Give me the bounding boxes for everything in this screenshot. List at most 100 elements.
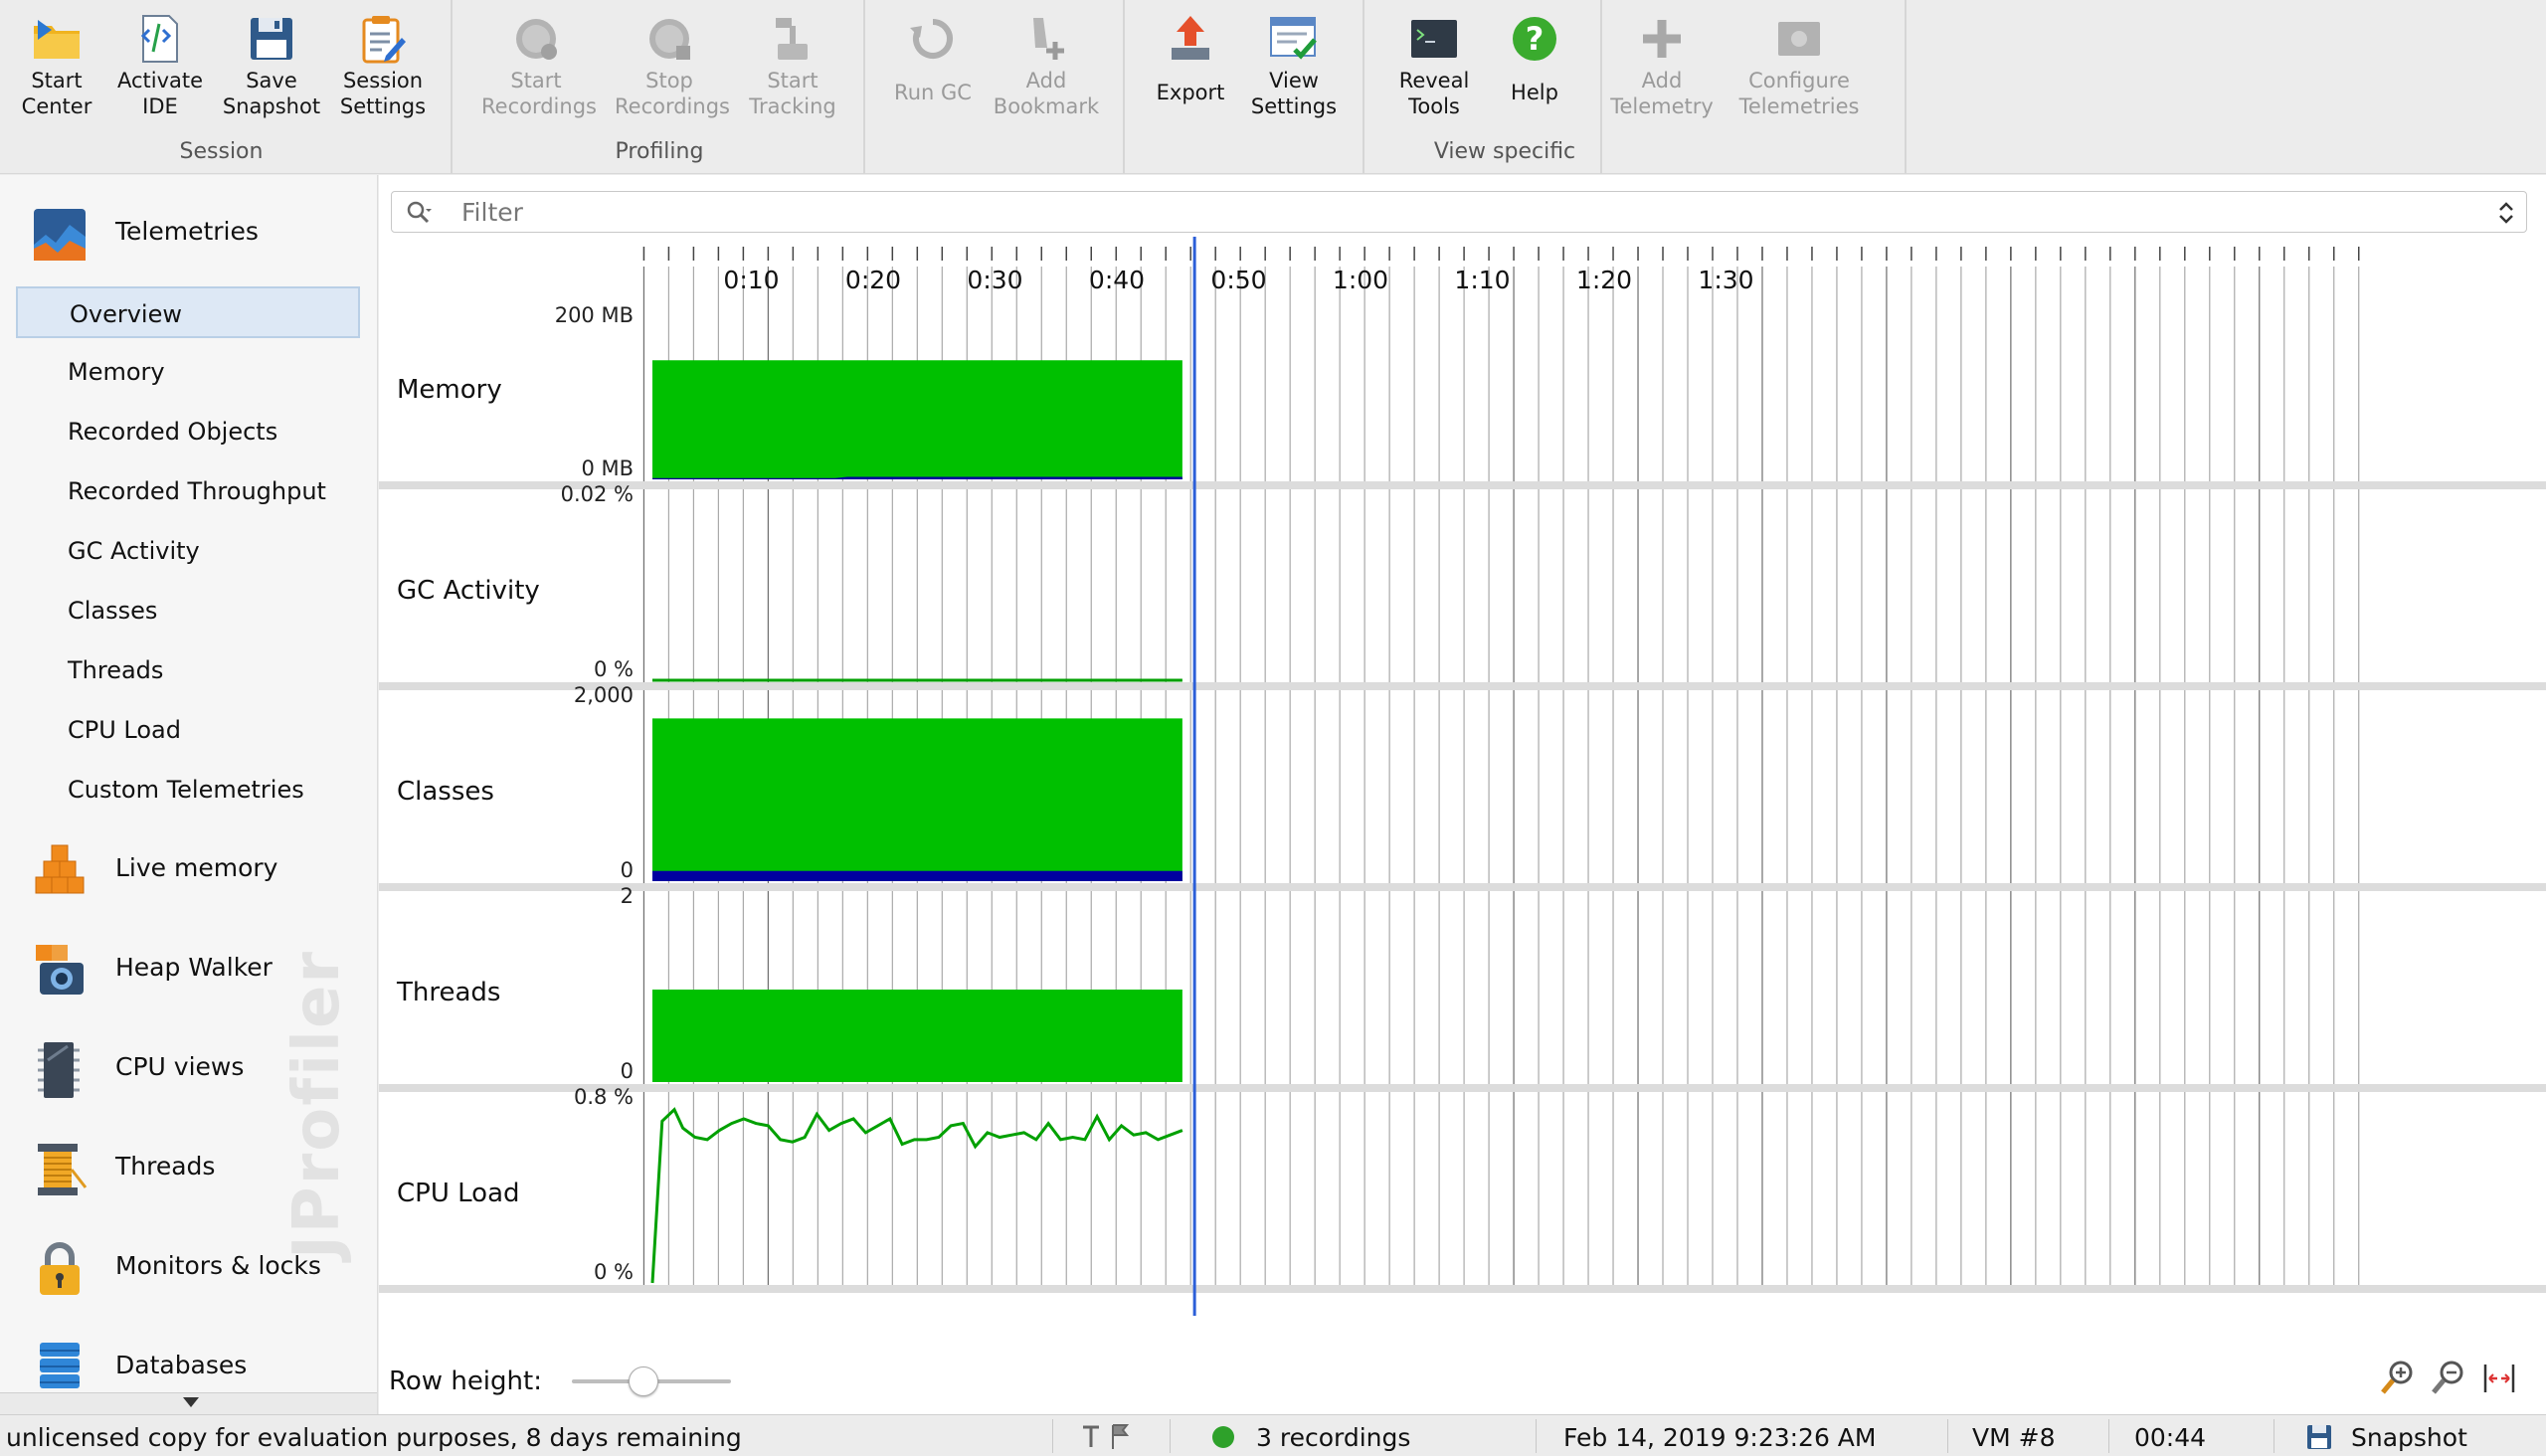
y-max-label: 0.8 % — [574, 1085, 634, 1109]
sidebar-scroll-down[interactable] — [0, 1392, 377, 1414]
bookmarks-icon[interactable] — [1079, 1421, 1139, 1451]
row-title: CPU Load — [397, 1179, 520, 1208]
series-area-0 — [652, 360, 1182, 479]
row-separator — [379, 682, 2546, 690]
session-group-label: Session — [179, 139, 264, 164]
gc-bookmark-group: Run GC Add Bookmark — [866, 0, 1125, 174]
telemetry-group: Add Telemetry Configure Telemetries — [1603, 0, 1907, 174]
fit-width-icon[interactable] — [2477, 1357, 2521, 1400]
time-tick-label: 0:30 — [967, 266, 1022, 294]
telemetry-overview-panel: Filter 0:10 0:20 0:30 0:40 0:50 1:00 1:10 1:20 1… — [379, 175, 2546, 1414]
time-tick-label: 0:20 — [845, 266, 901, 294]
snapshot-icon — [2307, 1425, 2331, 1449]
y-min-label: 0 % — [594, 657, 634, 681]
y-min-label: 0 % — [594, 1260, 634, 1284]
y-max-label: 2,000 — [574, 683, 634, 707]
subitem-custom-telemetries[interactable]: Custom Telemetries — [16, 764, 360, 816]
time-tick-label: 1:30 — [1698, 266, 1753, 294]
row-separator — [379, 1285, 2546, 1293]
time-tick-label: 0:40 — [1089, 266, 1145, 294]
stop-recordings-button[interactable]: Stop Recordings — [615, 8, 730, 125]
section-live-memory[interactable]: Live memory — [0, 829, 377, 909]
row-separator — [379, 883, 2546, 891]
subitem-threads[interactable]: Threads — [16, 644, 360, 696]
live-memory-icon — [35, 844, 85, 894]
recordings-count[interactable]: 3 recordings — [1256, 1423, 1410, 1452]
time-tick-label: 1:00 — [1333, 266, 1388, 294]
export-button[interactable]: Export — [1136, 8, 1245, 125]
start-center-icon — [34, 20, 80, 59]
start-tracking-icon — [776, 18, 808, 60]
start-recordings-button[interactable]: Start Recordings — [481, 8, 597, 125]
subitem-recorded-throughput[interactable]: Recorded Throughput — [16, 465, 360, 517]
status-separator — [1947, 1419, 1948, 1453]
tools-group: Reveal Tools ? Help View specific — [1365, 0, 1602, 174]
databases-icon — [40, 1343, 80, 1388]
reveal-tools-icon — [1411, 20, 1457, 58]
row-title: Classes — [397, 777, 494, 807]
y-max-label: 200 MB — [555, 303, 634, 327]
session-settings-icon — [362, 16, 406, 64]
row-title: GC Activity — [397, 576, 540, 606]
section-telemetries[interactable]: Telemetries — [0, 193, 377, 273]
time-tick-label: 1:20 — [1576, 266, 1632, 294]
status-separator — [1536, 1419, 1537, 1453]
recording-status-icon — [1212, 1426, 1234, 1448]
time-tick-label: 0:50 — [1210, 266, 1266, 294]
row-title: Memory — [397, 375, 502, 405]
profiling-group-label: Profiling — [615, 139, 704, 164]
profiling-group: Start Recordings Stop Recordings Start T… — [454, 0, 865, 174]
session-group: Start Center Activate IDE Save Snapshot — [0, 0, 453, 174]
save-snapshot-icon — [251, 18, 292, 60]
vm-number: VM #8 — [1972, 1423, 2056, 1452]
configure-telemetries-button[interactable]: Configure Telemetries — [1734, 8, 1864, 125]
help-button[interactable]: ? Help — [1480, 8, 1589, 125]
subitem-recorded-objects[interactable]: Recorded Objects — [16, 406, 360, 457]
series-area-0 — [652, 718, 1182, 881]
session-settings-button[interactable]: Session Settings — [328, 8, 438, 125]
subitem-classes[interactable]: Classes — [16, 585, 360, 637]
reveal-tools-button[interactable]: Reveal Tools — [1379, 8, 1489, 125]
activate-ide-button[interactable]: Activate IDE — [105, 8, 215, 125]
save-snapshot-button[interactable]: Save Snapshot — [217, 8, 326, 125]
subitem-gc-activity[interactable]: GC Activity — [16, 525, 360, 577]
series-area-1 — [652, 870, 1182, 881]
status-separator — [1170, 1419, 1171, 1453]
row-height-slider-knob[interactable] — [629, 1366, 658, 1396]
row-title: Threads — [396, 978, 500, 1007]
subitem-overview[interactable]: Overview — [16, 286, 360, 338]
threads-section-icon — [38, 1144, 88, 1195]
elapsed-time: 00:44 — [2134, 1423, 2207, 1452]
snapshot-timestamp: Feb 14, 2019 9:23:26 AM — [1563, 1423, 1877, 1452]
start-center-button[interactable]: Start Center — [2, 8, 111, 125]
zoom-out-icon[interactable] — [2426, 1357, 2469, 1400]
filter-field[interactable]: Filter — [391, 191, 2527, 233]
y-max-label: 0.02 % — [561, 482, 634, 506]
search-icon[interactable] — [406, 200, 432, 226]
section-monitors-locks[interactable]: Monitors & locks — [0, 1227, 377, 1307]
heap-walker-icon — [36, 945, 84, 995]
telemetry-chart[interactable]: 0:10 0:20 0:30 0:40 0:50 1:00 1:10 1:20 1:30 Memo… — [379, 237, 2546, 1316]
snapshot-label: Snapshot — [2351, 1423, 2467, 1452]
view-selector-sidebar: JProfiler Telemetries Overview Memory Re… — [0, 175, 378, 1414]
run-gc-button[interactable]: Run GC — [878, 8, 988, 125]
start-tracking-button[interactable]: Start Tracking — [738, 8, 847, 125]
subitem-memory[interactable]: Memory — [16, 346, 360, 398]
section-heap-walker[interactable]: Heap Walker — [0, 929, 377, 1008]
filter-spinner-icon[interactable] — [2496, 198, 2516, 228]
export-icon — [1172, 16, 1209, 60]
add-bookmark-icon — [1033, 18, 1064, 60]
subitem-cpu-load[interactable]: CPU Load — [16, 704, 360, 756]
status-separator — [2108, 1419, 2109, 1453]
y-max-label: 2 — [621, 884, 634, 908]
section-threads[interactable]: Threads — [0, 1128, 377, 1207]
zoom-in-icon[interactable] — [2375, 1357, 2419, 1400]
time-tick-label: 0:10 — [723, 266, 779, 294]
add-telemetry-button[interactable]: Add Telemetry — [1607, 8, 1717, 125]
view-settings-button[interactable]: View Settings — [1239, 8, 1349, 125]
add-bookmark-button[interactable]: Add Bookmark — [992, 8, 1101, 125]
filter-placeholder: Filter — [461, 198, 523, 227]
status-separator — [2273, 1419, 2274, 1453]
telemetries-icon — [34, 209, 86, 261]
section-cpu-views[interactable]: CPU views — [0, 1028, 377, 1108]
